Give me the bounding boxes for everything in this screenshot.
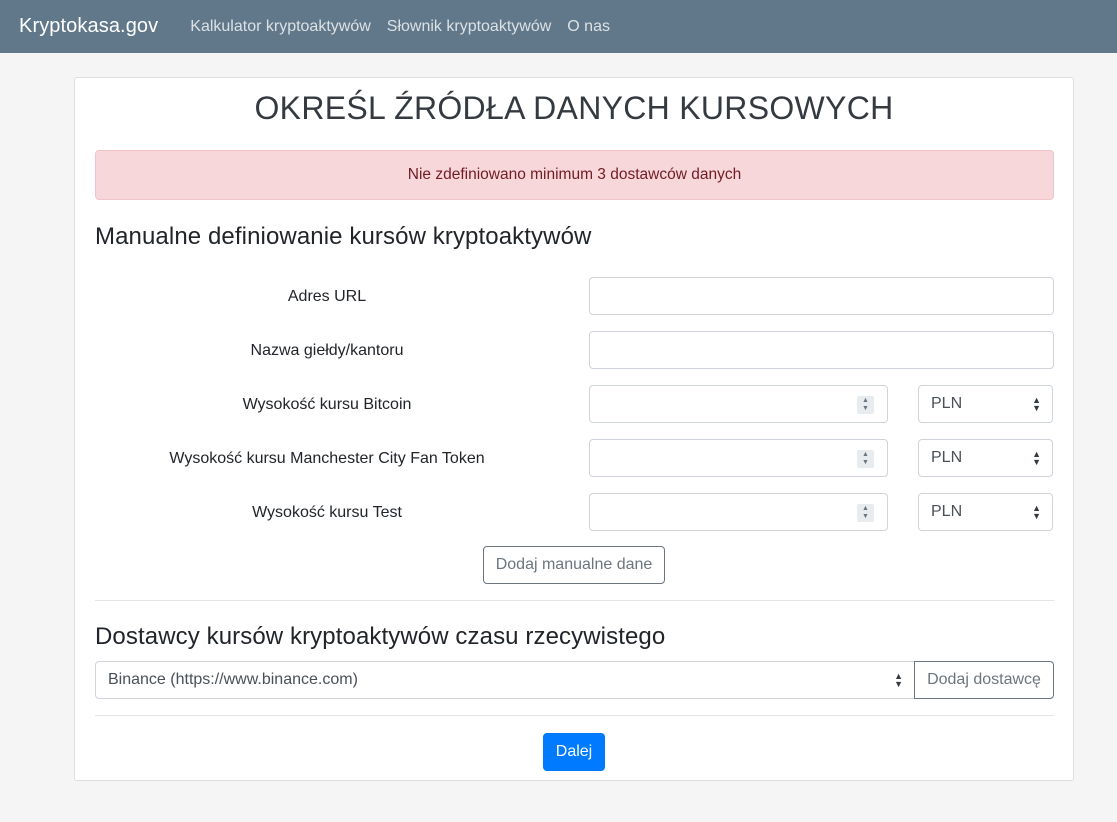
rate-label-test: Wysokość kursu Test	[252, 504, 402, 521]
rate-input-test[interactable]: ▲ ▼	[589, 493, 888, 531]
provider-select[interactable]: Binance (https://www.binance.com) ▲ ▼	[95, 661, 915, 699]
select-caret-icon: ▲ ▼	[1032, 449, 1041, 467]
section-divider	[95, 715, 1054, 716]
url-label: Adres URL	[287, 288, 367, 305]
rate-input-bitcoin[interactable]: ▲ ▼	[589, 385, 888, 423]
rate-label-bitcoin: Wysokość kursu Bitcoin	[242, 396, 412, 413]
top-navbar: Kryptokasa.gov Kalkulator kryptoaktywów …	[0, 0, 1117, 53]
page-title: OKREŚL ŹRÓDŁA DANYCH KURSOWYCH	[254, 90, 894, 126]
rate-label-city-token: Wysokość kursu Manchester City Fan Token	[169, 450, 485, 467]
currency-select-test[interactable]: PLN ▲ ▼	[918, 493, 1053, 531]
currency-select-bitcoin[interactable]: PLN ▲ ▼	[918, 385, 1053, 423]
select-caret-icon: ▲ ▼	[894, 671, 903, 689]
nav-link-calculator[interactable]: Kalkulator kryptoaktywów	[190, 18, 371, 36]
manual-section-heading: Manualne definiowanie kursów kryptoaktyw…	[95, 223, 592, 250]
section-divider	[95, 600, 1054, 601]
rate-input-city-token[interactable]: ▲ ▼	[589, 439, 888, 477]
number-spinner-icon[interactable]: ▲ ▼	[857, 450, 874, 468]
exchange-label: Nazwa giełdy/kantoru	[250, 342, 404, 359]
url-input[interactable]	[589, 277, 1054, 315]
add-manual-data-button[interactable]: Dodaj manualne dane	[483, 546, 665, 584]
exchange-input[interactable]	[589, 331, 1054, 369]
brand-link[interactable]: Kryptokasa.gov	[19, 15, 158, 38]
next-button[interactable]: Dalej	[543, 733, 605, 771]
main-card: OKREŚL ŹRÓDŁA DANYCH KURSOWYCH Nie zdefi…	[74, 77, 1074, 781]
nav-link-about[interactable]: O nas	[567, 18, 610, 36]
currency-select-value: PLN	[931, 503, 963, 520]
currency-select-value: PLN	[931, 395, 963, 412]
number-spinner-icon[interactable]: ▲ ▼	[857, 504, 874, 522]
number-spinner-icon[interactable]: ▲ ▼	[857, 396, 874, 414]
add-provider-button[interactable]: Dodaj dostawcę	[914, 661, 1054, 699]
nav-link-dictionary[interactable]: Słownik kryptoaktywów	[387, 18, 552, 36]
select-caret-icon: ▲ ▼	[1032, 503, 1041, 521]
provider-select-value: Binance (https://www.binance.com)	[108, 671, 358, 688]
realtime-section-heading: Dostawcy kursów kryptoaktywów czasu rzec…	[95, 623, 666, 650]
currency-select-city-token[interactable]: PLN ▲ ▼	[918, 439, 1053, 477]
error-alert: Nie zdefiniowano minimum 3 dostawców dan…	[95, 150, 1054, 200]
select-caret-icon: ▲ ▼	[1032, 395, 1041, 413]
currency-select-value: PLN	[931, 449, 963, 466]
